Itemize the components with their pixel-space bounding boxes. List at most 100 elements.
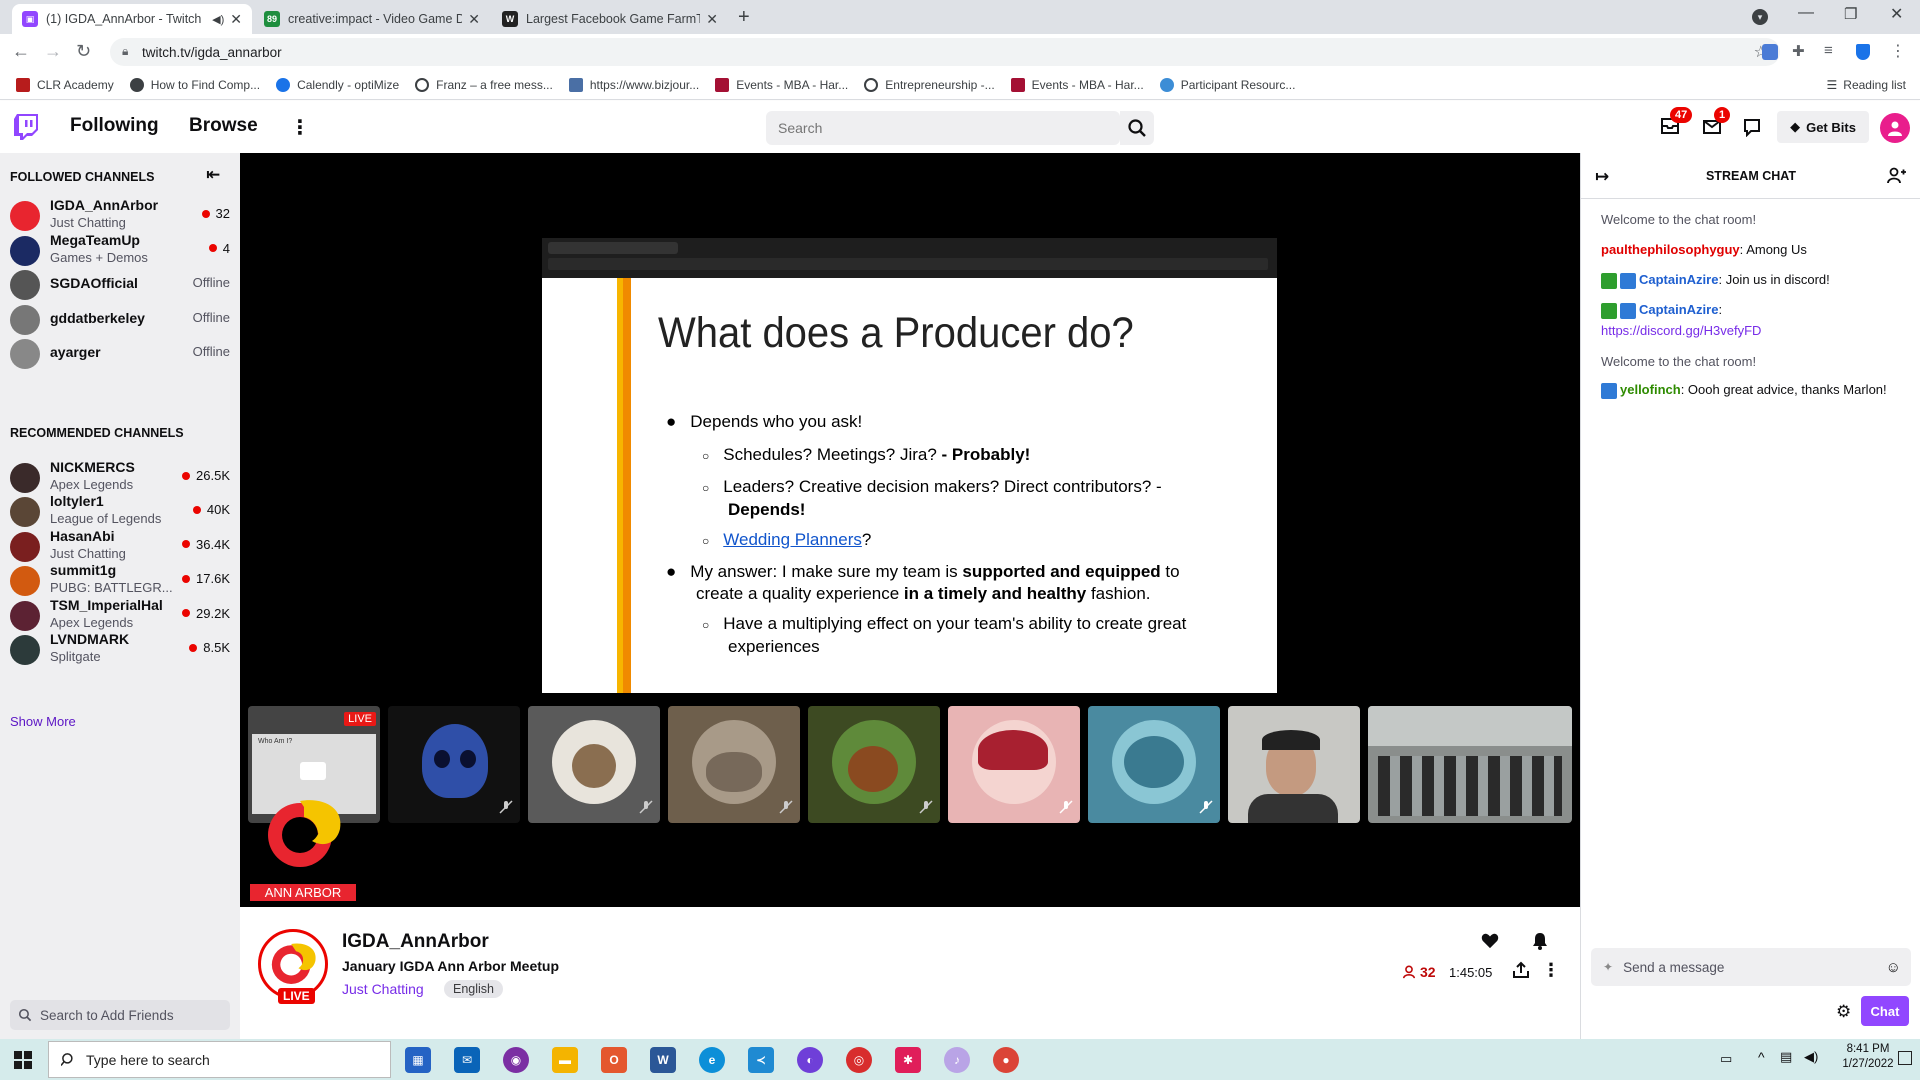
emote-smiley-icon[interactable]: ☺ xyxy=(1886,959,1901,976)
channel-name[interactable]: IGDA_AnnArbor xyxy=(342,931,489,953)
user-avatar[interactable] xyxy=(1880,113,1910,143)
bookmark-item[interactable]: How to Find Comp... xyxy=(129,77,260,92)
close-tab-icon[interactable]: ✕ xyxy=(706,11,718,28)
notification-center-icon[interactable] xyxy=(1898,1051,1912,1065)
extension-translate-icon[interactable] xyxy=(1762,44,1778,60)
address-bar[interactable]: 🔒︎ twitch.tv/igda_annarbor ☆ xyxy=(110,38,1780,66)
avatar-user-icon xyxy=(1888,121,1902,136)
edge-browser-icon[interactable]: e xyxy=(699,1047,725,1073)
browser-tab-twitch[interactable]: ▣ (1) IGDA_AnnArbor - Twitch ◀) ✕ xyxy=(12,4,252,34)
nav-following-link[interactable]: Following xyxy=(70,115,159,137)
crown-badge-icon xyxy=(1620,302,1636,319)
taskbar-clock[interactable]: 8:41 PM 1/27/2022 xyxy=(1838,1043,1898,1070)
chat-bubble-button[interactable] xyxy=(1742,117,1762,142)
bits-sparkle-icon[interactable]: ✦ xyxy=(1603,960,1613,974)
participant-tile[interactable] xyxy=(668,706,800,823)
browser-tab-facebook-game[interactable]: W Largest Facebook Game FarmTow ✕ xyxy=(492,4,728,34)
chrome-browser-icon[interactable]: ● xyxy=(993,1047,1019,1073)
bookmark-item[interactable]: Events - MBA - Har... xyxy=(1010,77,1144,92)
github-app-icon[interactable]: ◉ xyxy=(503,1047,529,1073)
bookmark-item[interactable]: Events - MBA - Har... xyxy=(715,77,848,92)
file-explorer-icon[interactable]: ▬ xyxy=(552,1047,578,1073)
participant-webcam-tile[interactable] xyxy=(1228,706,1360,823)
chat-send-button[interactable]: Chat xyxy=(1861,996,1909,1026)
video-player[interactable]: What does a Producer do? ● Depends who yo… xyxy=(240,153,1580,907)
keyboard-icon[interactable]: ▭ xyxy=(1720,1051,1732,1067)
bookmark-item[interactable]: Participant Resourc... xyxy=(1159,77,1295,92)
music-app-icon[interactable]: ◎ xyxy=(846,1047,872,1073)
chat-username[interactable]: CaptainAzire xyxy=(1639,302,1718,317)
chat-app-icon[interactable]: ◐ xyxy=(797,1047,823,1073)
minimize-icon[interactable]: — xyxy=(1798,4,1814,22)
reading-list-button[interactable]: ☰ Reading list xyxy=(1827,78,1906,92)
close-tab-icon[interactable]: ✕ xyxy=(230,11,242,28)
share-button[interactable] xyxy=(1512,961,1530,984)
chat-username[interactable]: CaptainAzire xyxy=(1639,272,1718,287)
bookmark-item[interactable]: https://www.bizjour... xyxy=(568,77,699,92)
shield-extension-icon[interactable] xyxy=(1856,44,1870,60)
whispers-button[interactable]: 1 xyxy=(1702,107,1731,140)
forward-icon[interactable]: → xyxy=(44,41,62,62)
browser-tab-creative-impact[interactable]: 89 creative:impact - Video Game De ✕ xyxy=(254,4,490,34)
participant-tile[interactable] xyxy=(388,706,520,823)
tray-chevron-up-icon[interactable]: ^ xyxy=(1758,1049,1765,1065)
bookmark-item[interactable]: Entrepreneurship -... xyxy=(864,77,995,92)
more-options-icon[interactable]: ⋮ xyxy=(1542,960,1560,981)
vscode-app-icon[interactable]: ≺ xyxy=(748,1047,774,1073)
sidebar-channel-row[interactable]: ayarger Offline xyxy=(0,332,240,374)
chat-settings-gear-icon[interactable]: ⚙ xyxy=(1836,1002,1851,1022)
speaker-icon[interactable]: ◀) xyxy=(212,13,224,26)
participant-tile[interactable] xyxy=(808,706,940,823)
mail-app-icon[interactable]: ✉ xyxy=(454,1047,480,1073)
room-camera-tile[interactable] xyxy=(1368,706,1572,823)
sidebar-channel-row[interactable]: LVNDMARK Splitgate 8.5K xyxy=(0,628,240,670)
inbox-button[interactable]: 47 xyxy=(1660,107,1693,140)
search-button[interactable] xyxy=(1120,111,1154,145)
chat-input-field[interactable]: ✦ Send a message ☺ xyxy=(1591,948,1911,986)
windows-start-icon[interactable] xyxy=(14,1051,32,1069)
discord-link[interactable]: https://discord.gg/H3vefyFD xyxy=(1601,323,1761,338)
word-app-icon[interactable]: W xyxy=(650,1047,676,1073)
category-link[interactable]: Just Chatting xyxy=(342,981,424,997)
itunes-app-icon[interactable]: ♪ xyxy=(944,1047,970,1073)
bookmark-favicon-icon xyxy=(16,77,30,92)
extensions-puzzle-icon[interactable]: ✚ xyxy=(1792,42,1805,60)
community-users-icon[interactable] xyxy=(1887,167,1907,185)
wedding-planners-link[interactable]: Wedding Planners xyxy=(723,530,862,549)
tab-search-icon[interactable]: ▾ xyxy=(1752,9,1768,25)
get-bits-button[interactable]: ◆ Get Bits xyxy=(1777,111,1869,143)
store-app-icon[interactable]: ▦ xyxy=(405,1047,431,1073)
muted-mic-icon xyxy=(919,800,933,814)
chat-username[interactable]: yellofinch xyxy=(1620,382,1681,397)
browser-menu-icon[interactable]: ⋮ xyxy=(1890,41,1906,61)
notifications-button[interactable] xyxy=(1524,925,1556,957)
slack-app-icon[interactable]: ✱ xyxy=(895,1047,921,1073)
twitch-logo-icon[interactable] xyxy=(14,114,38,140)
volume-icon[interactable]: ◀) xyxy=(1804,1049,1818,1065)
close-tab-icon[interactable]: ✕ xyxy=(468,11,480,28)
bookmark-item[interactable]: CLR Academy xyxy=(16,77,114,92)
friend-search-field[interactable]: Search to Add Friends xyxy=(10,1000,230,1030)
participant-tile[interactable] xyxy=(528,706,660,823)
office-app-icon[interactable]: O xyxy=(601,1047,627,1073)
bookmark-item[interactable]: Franz – a free mess... xyxy=(415,77,553,92)
participant-tile[interactable] xyxy=(948,706,1080,823)
back-icon[interactable]: ← xyxy=(12,41,30,62)
language-tag[interactable]: English xyxy=(444,980,503,998)
window-close-icon[interactable]: ✕ xyxy=(1890,4,1903,24)
participant-tile[interactable] xyxy=(1088,706,1220,823)
more-menu-icon[interactable]: ⋮ xyxy=(290,115,310,140)
bookmark-item[interactable]: Calendly - optiMize xyxy=(276,77,399,92)
follow-button[interactable] xyxy=(1474,925,1506,957)
nav-browse-link[interactable]: Browse xyxy=(189,115,258,137)
search-input[interactable] xyxy=(766,112,1116,144)
restore-icon[interactable]: ❐ xyxy=(1844,5,1857,23)
media-control-icon[interactable]: ≡ xyxy=(1824,42,1833,59)
network-icon[interactable]: ▤ xyxy=(1780,1049,1792,1065)
show-more-link[interactable]: Show More xyxy=(10,714,76,729)
taskbar-search-box[interactable]: Type here to search xyxy=(48,1041,391,1078)
chat-username[interactable]: paulthephilosophyguy xyxy=(1601,242,1740,257)
new-tab-icon[interactable]: + xyxy=(738,6,750,29)
collapse-sidebar-icon[interactable]: ⇤ xyxy=(206,165,220,185)
reload-icon[interactable]: ↻ xyxy=(76,41,91,62)
